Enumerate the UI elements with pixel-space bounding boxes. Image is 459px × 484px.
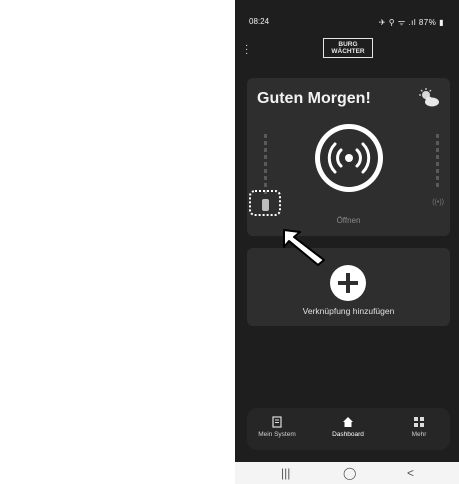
grid-icon bbox=[414, 417, 424, 427]
logo-line1: BURG bbox=[338, 41, 358, 48]
bottom-navigation: Mein System Dashboard Mehr bbox=[247, 408, 450, 450]
battery-icon: ▮ bbox=[439, 18, 444, 27]
status-time: 08:24 bbox=[249, 17, 270, 26]
nav-mehr[interactable]: Mehr bbox=[389, 416, 449, 438]
partly-cloudy-icon bbox=[419, 88, 439, 107]
signal-small-icon: ((•)) bbox=[432, 199, 444, 206]
home-button[interactable]: ◯ bbox=[343, 466, 356, 480]
battery-level: 87% bbox=[418, 18, 437, 27]
slider-track-left[interactable] bbox=[264, 134, 267, 196]
nav-mein-system[interactable]: Mein System bbox=[247, 416, 307, 438]
plus-icon[interactable] bbox=[329, 264, 367, 302]
menu-icon[interactable]: · · · bbox=[245, 41, 248, 59]
lock-card: Guten Morgen! ((•)) Öffnen bbox=[247, 78, 450, 236]
status-bar: 08:24 ✈ ⚲ ᯤ .ıl 87% ▮ bbox=[235, 0, 459, 30]
pointer-arrow-icon bbox=[283, 229, 325, 266]
slider-track-right[interactable] bbox=[436, 134, 439, 188]
phone-screen: 08:24 ✈ ⚲ ᯤ .ıl 87% ▮ · · · BURG WÄCHTER G… bbox=[235, 0, 459, 484]
logo-line2: WÄCHTER bbox=[331, 48, 365, 55]
home-icon bbox=[343, 417, 353, 427]
system-icon bbox=[272, 416, 282, 428]
back-button[interactable]: < bbox=[407, 466, 414, 480]
status-icons: ✈ ⚲ ᯤ .ıl 87% ▮ bbox=[379, 17, 444, 28]
status-icons-text: ✈ ⚲ ᯤ .ıl bbox=[378, 18, 417, 27]
nav-dashboard[interactable]: Dashboard bbox=[318, 416, 378, 438]
highlight-marker bbox=[249, 190, 281, 216]
nav-mein-system-label: Mein System bbox=[258, 431, 296, 438]
greeting-title: Guten Morgen! bbox=[257, 90, 371, 107]
open-lock-button[interactable] bbox=[313, 122, 385, 194]
burg-waechter-logo: BURG WÄCHTER bbox=[323, 38, 373, 58]
system-navigation-bar: ||| ◯ < bbox=[235, 462, 459, 484]
nav-mehr-label: Mehr bbox=[411, 431, 427, 438]
nav-dashboard-label: Dashboard bbox=[332, 431, 364, 438]
add-shortcut-label: Verknüpfung hinzufügen bbox=[302, 306, 395, 316]
recents-button[interactable]: ||| bbox=[281, 466, 290, 480]
